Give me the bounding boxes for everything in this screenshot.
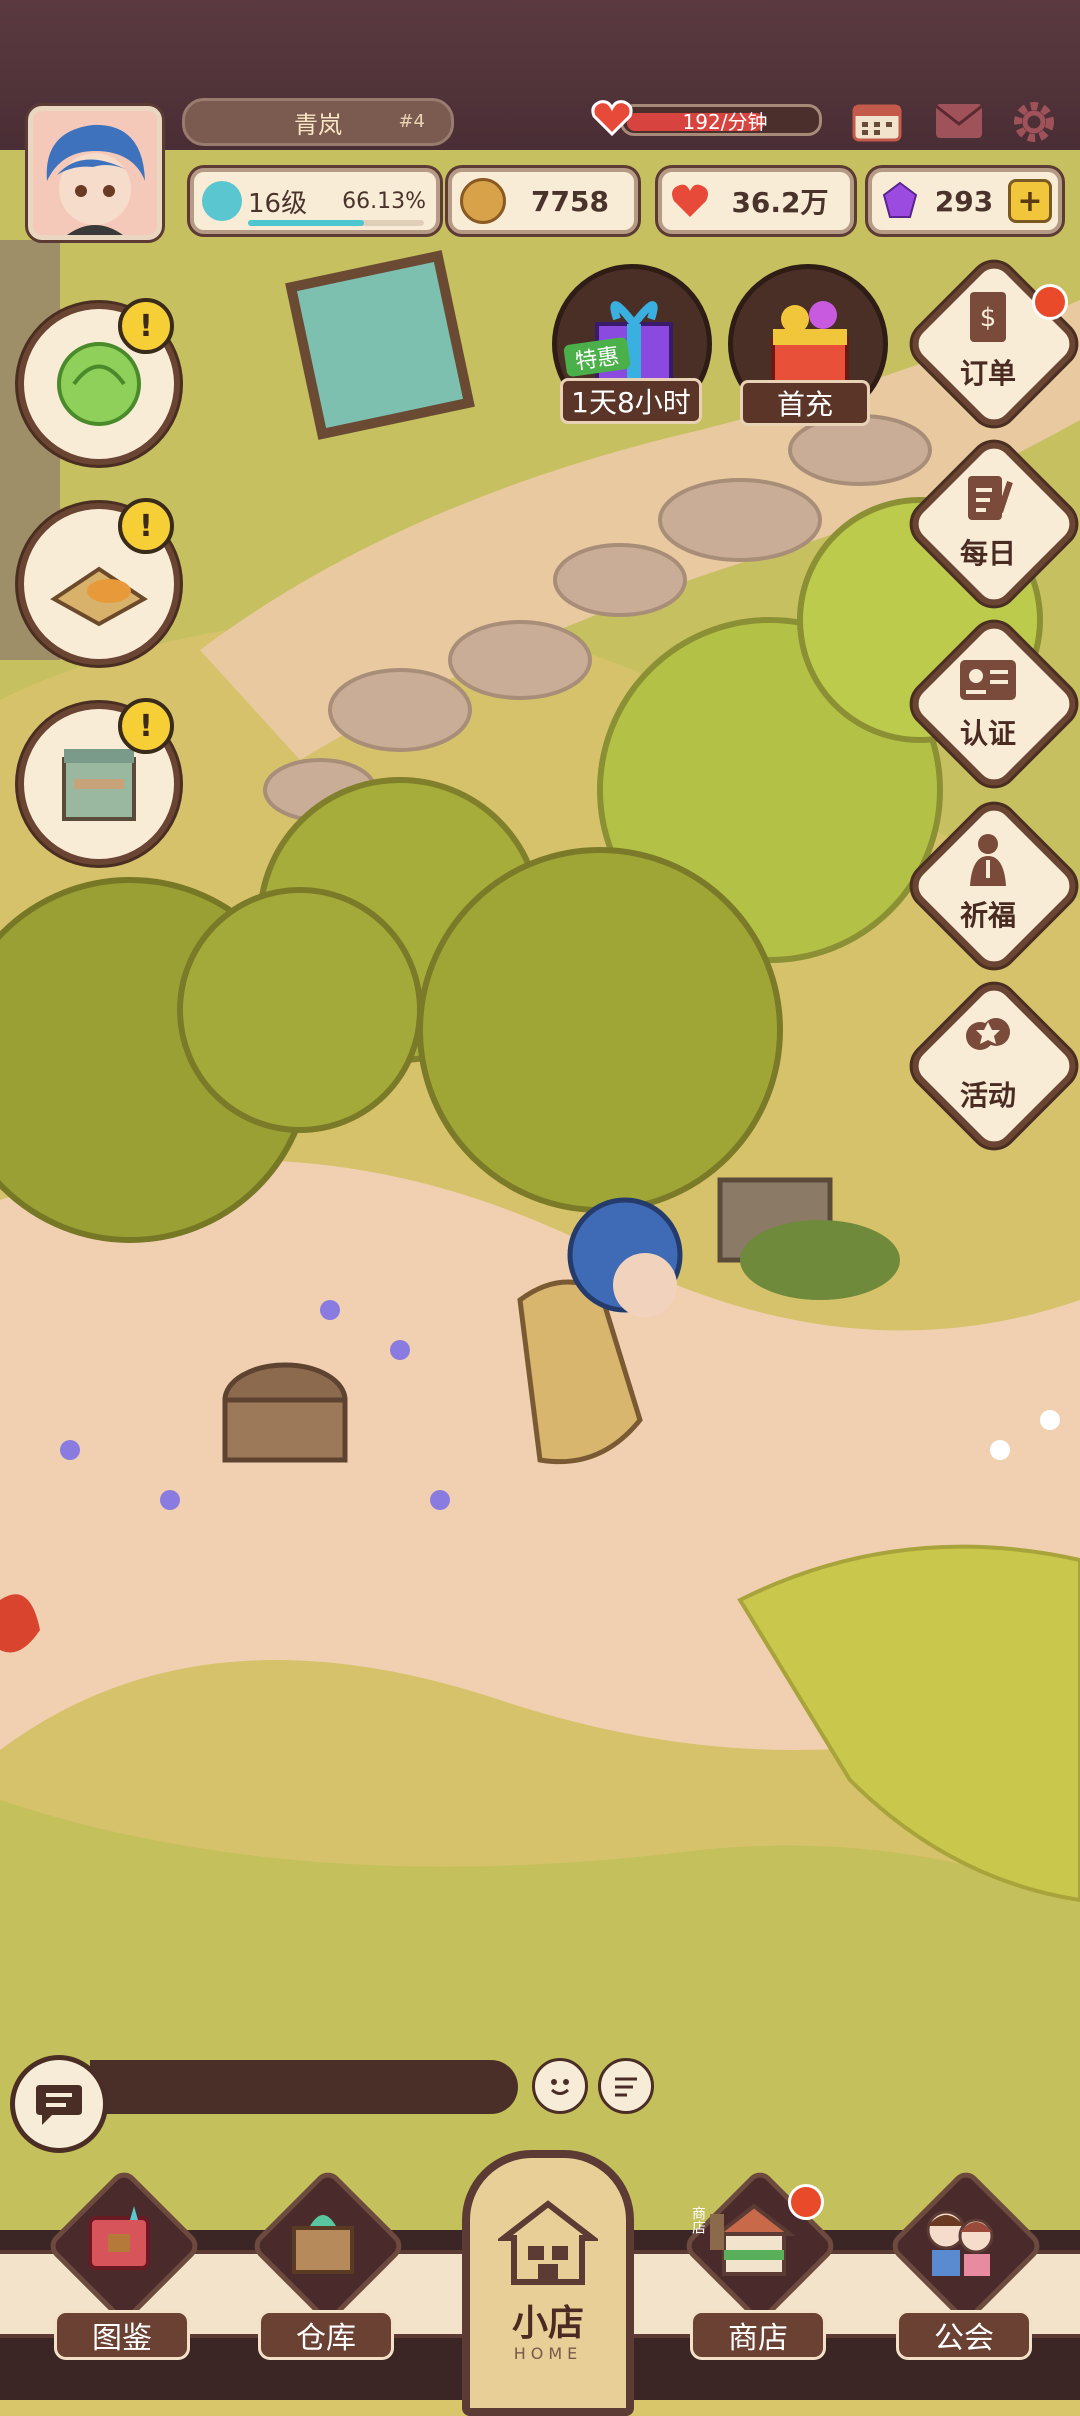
side-menu-certify-label: 认证 <box>959 717 1016 750</box>
nav-catalog-label: 图鉴 <box>54 2310 190 2360</box>
mail-button[interactable] <box>934 102 984 140</box>
svg-text:$: $ <box>980 303 997 333</box>
add-gems-button[interactable]: + <box>1008 179 1052 223</box>
nav-guild-label: 公会 <box>896 2310 1032 2360</box>
rate-text: 192/分钟 <box>682 109 768 134</box>
chat-button[interactable] <box>10 2055 108 2153</box>
mail-icon <box>935 104 983 138</box>
heart-icon <box>672 184 708 217</box>
crate-icon <box>292 2215 354 2274</box>
nav-shop-home-label: 小店 <box>511 2303 584 2344</box>
balloons-icon <box>966 1018 1010 1050</box>
nav-warehouse-label: 仓库 <box>258 2310 394 2360</box>
quick-message-button[interactable] <box>598 2058 654 2114</box>
calendar-icon <box>852 104 902 142</box>
side-menu-prayer[interactable]: 祈福 <box>903 795 1080 977</box>
coin-icon <box>460 178 506 224</box>
player-name-box[interactable]: 青岚 #4 <box>182 98 454 146</box>
rate-meter: 192/分钟 <box>590 100 822 137</box>
nav-catalog[interactable]: 图鉴 <box>44 2166 204 2360</box>
side-menu-daily[interactable]: 每日 <box>903 433 1080 615</box>
avatar-portrait-icon <box>33 111 157 235</box>
side-menu-events-label: 活动 <box>959 1079 1016 1112</box>
id-card-icon <box>960 660 1016 700</box>
store-building-icon <box>710 2203 796 2276</box>
emoji-button[interactable] <box>532 2058 588 2114</box>
daily-note-icon <box>968 476 1013 520</box>
smile-icon <box>551 2079 569 2095</box>
nav-shop-home-sub: HOME <box>513 2344 583 2363</box>
top-bar <box>0 0 1080 150</box>
gems-box[interactable]: 293 + <box>868 168 1062 234</box>
player-avatar[interactable] <box>28 106 162 240</box>
exp-bar <box>248 220 424 226</box>
chat-input-bar[interactable] <box>90 2060 518 2114</box>
quest-bed-alert-icon: ! <box>118 498 174 554</box>
nav-store-label: 商店 <box>690 2310 826 2360</box>
coins-value: 7758 <box>531 184 609 218</box>
gems-value: 293 <box>934 184 994 218</box>
coins-box[interactable]: 7758 <box>448 168 638 234</box>
quest-cabbage-alert-icon: ! <box>118 298 174 354</box>
level-text: 16级 <box>248 188 308 219</box>
player-name: 青岚 <box>294 110 342 139</box>
calendar-button[interactable] <box>852 100 902 142</box>
star-level-icon <box>202 181 242 221</box>
side-menu-daily-label: 每日 <box>959 537 1016 570</box>
store-notification-dot <box>788 2184 824 2220</box>
gem-icon <box>882 181 918 218</box>
order-sheet-icon: $ <box>970 292 1006 342</box>
side-menu-certify[interactable]: 认证 <box>903 613 1080 795</box>
hearts-value: 36.2万 <box>731 186 829 219</box>
nav-guild[interactable]: 公会 <box>886 2166 1046 2360</box>
heart-plus-icon <box>591 100 633 137</box>
hearts-box[interactable]: 36.2万 <box>658 168 854 234</box>
house-icon <box>498 2200 598 2285</box>
side-menu-events[interactable]: 活动 <box>903 975 1080 1157</box>
nav-shop-home[interactable]: 小店 HOME <box>462 2150 634 2416</box>
message-lines-icon <box>615 2077 637 2097</box>
praying-figure-icon <box>970 834 1006 886</box>
side-menu-prayer-label: 祈福 <box>959 899 1016 932</box>
player-rank: #4 <box>398 111 425 132</box>
book-icon <box>88 2206 150 2270</box>
exp-bar-fill <box>248 220 365 226</box>
couple-icon <box>926 2210 994 2276</box>
quest-stall-alert-icon: ! <box>118 698 174 754</box>
level-box[interactable]: 16级 66.13% <box>190 168 440 234</box>
side-menu-orders-label: 订单 <box>959 357 1016 390</box>
first-recharge-label: 首充 <box>740 380 870 426</box>
nav-warehouse[interactable]: 仓库 <box>248 2166 408 2360</box>
orders-notification-dot <box>1032 284 1068 320</box>
special-offer-timer: 1天8小时 <box>560 378 702 424</box>
store-sign: 商店 <box>690 2206 706 2234</box>
exp-percent: 66.13% <box>342 188 426 214</box>
settings-button[interactable] <box>1012 100 1056 144</box>
chat-bubble-icon <box>36 2085 82 2125</box>
gear-icon <box>1014 102 1054 142</box>
